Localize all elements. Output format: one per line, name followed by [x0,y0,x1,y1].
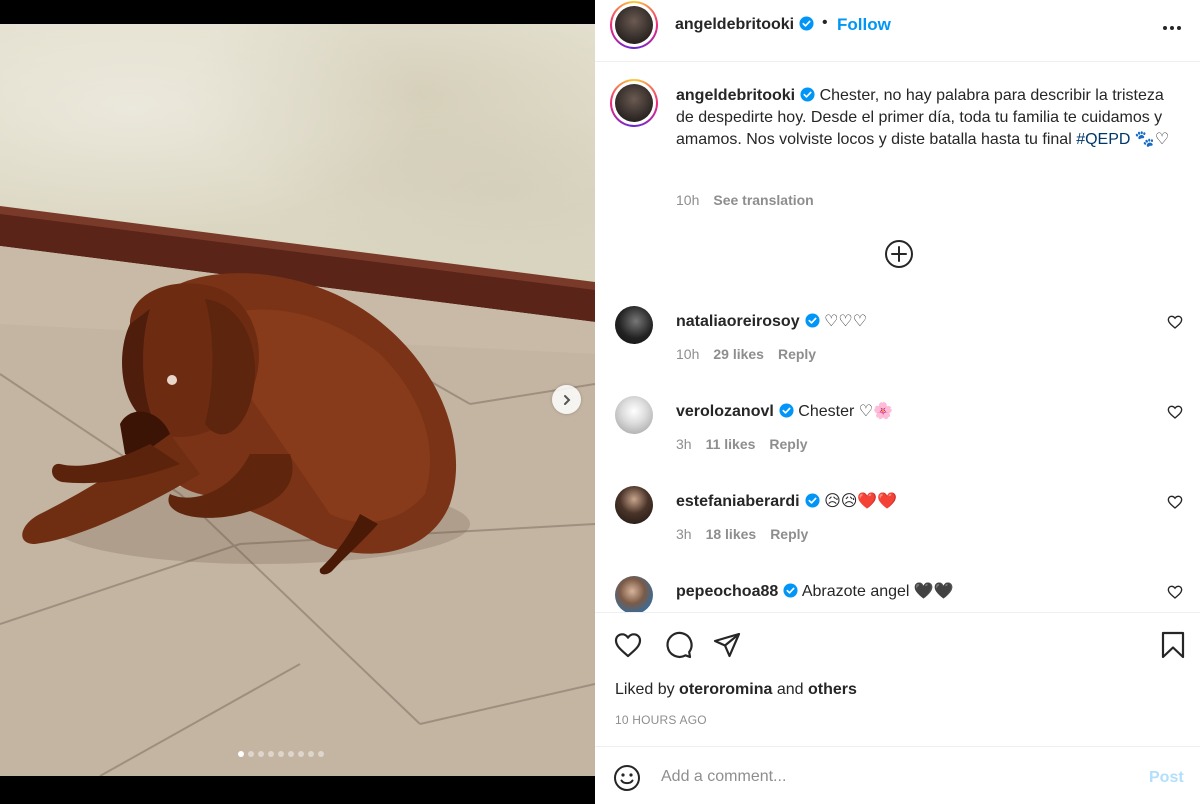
comment-likes[interactable]: 11 likes [706,436,756,452]
author-avatar-image [615,6,653,44]
caption-avatar-image [615,84,653,122]
comment-meta: 3h 18 likes Reply [676,526,822,542]
comment-body: verolozanovl Chester ♡🌸 [676,401,1146,423]
comment-meta: 3h 11 likes Reply [676,436,822,452]
add-comment-bar: Post [595,746,1200,804]
commenter-avatar[interactable] [615,306,653,344]
comment-item: nataliaoreirosoy ♡♡♡ 10h 29 likes Reply [615,306,1195,386]
comment-item: pepeochoa88 Abrazote angel 🖤🖤 [615,576,1195,612]
commenter-avatar[interactable] [615,576,653,612]
comment-time: 10h [676,346,700,362]
liked-by-prefix: Liked by [615,681,680,698]
commenter-avatar[interactable] [615,486,653,524]
commenter-username-text: estefaniaberardi [676,493,800,510]
verified-badge-icon [800,87,815,102]
comment-input[interactable] [661,761,1131,793]
commenter-username[interactable]: estefaniaberardi [676,493,820,510]
commenter-username[interactable]: verolozanovl [676,403,794,420]
puppy-photo-scene [0,206,595,776]
comment-time: 3h [676,526,692,542]
instagram-post-modal: angeldebritooki • Follow angeldebritooki… [0,0,1200,804]
comments-scroll-area[interactable]: angeldebritooki Chester, no hay palabra … [595,63,1200,612]
carousel-indicator [238,751,324,757]
post-comment-button[interactable]: Post [1149,769,1184,787]
share-icon[interactable] [712,630,742,660]
comment-meta: 10h 29 likes Reply [676,346,830,362]
follow-separator: • [822,14,828,31]
comment-text: Chester ♡🌸 [798,403,893,420]
caption-author-avatar[interactable] [610,79,658,127]
caption-meta: 10h See translation [676,192,814,208]
commenter-username-text: pepeochoa88 [676,583,779,600]
comment-icon[interactable] [663,630,693,660]
carousel-dot [298,751,304,757]
caption-author-text: angeldebritooki [676,87,796,104]
comment-time: 3h [676,436,692,452]
carousel-dot [278,751,284,757]
comment-likes[interactable]: 18 likes [706,526,757,542]
caption-hashtag[interactable]: #QEPD [1076,131,1130,148]
post-actions: Liked by oteroromina and others 10 HOURS… [595,612,1200,746]
post-header: angeldebritooki • Follow [595,0,1200,62]
author-username-text: angeldebritooki [675,16,795,33]
comment-text: Abrazote angel 🖤🖤 [801,583,954,600]
comment-likes[interactable]: 29 likes [713,346,764,362]
comment-reply-button[interactable]: Reply [770,526,808,542]
heart-icon[interactable] [613,630,643,660]
verified-badge-icon [783,583,798,598]
author-username[interactable]: angeldebritooki [675,16,814,34]
carousel-dot [288,751,294,757]
post-side-panel: angeldebritooki • Follow angeldebritooki… [595,0,1200,804]
carousel-next-button[interactable] [552,385,581,414]
post-timestamp: 10 HOURS AGO [615,713,707,727]
verified-badge-icon [805,493,820,508]
carousel-dot-active [238,751,244,757]
carousel-dot [268,751,274,757]
author-avatar[interactable] [610,1,658,49]
caption-text: angeldebritooki Chester, no hay palabra … [676,85,1176,151]
liked-by-and: and [772,681,808,698]
carousel-dot [248,751,254,757]
comment-body: pepeochoa88 Abrazote angel 🖤🖤 [676,581,1146,603]
commenter-username-text: verolozanovl [676,403,774,420]
caption-emojis: 🐾♡ [1134,131,1170,148]
comment-heart-icon[interactable] [1167,584,1183,600]
comment-text: 😥😥❤️❤️ [824,493,898,510]
comment-heart-icon[interactable] [1167,314,1183,330]
liked-by-others[interactable]: others [808,681,857,698]
verified-badge-icon [779,403,794,418]
liked-by-user[interactable]: oteroromina [679,681,772,698]
verified-badge-icon [799,16,814,31]
more-options-button[interactable] [1160,16,1184,40]
comment-text: ♡♡♡ [824,313,868,330]
comment-reply-button[interactable]: Reply [778,346,816,362]
comment-body: nataliaoreirosoy ♡♡♡ [676,311,1146,333]
carousel-dot [258,751,264,757]
verified-badge-icon [805,313,820,328]
caption-time: 10h [676,192,700,208]
chevron-right-icon [563,394,570,405]
comment-item: estefaniaberardi 😥😥❤️❤️ 3h 18 likes Reply [615,486,1195,566]
liked-by-text: Liked by oteroromina and others [615,681,857,699]
follow-button[interactable]: Follow [837,15,891,35]
carousel-dot [308,751,314,757]
post-media [0,0,595,804]
caption-author-username[interactable]: angeldebritooki [676,87,815,104]
commenter-avatar[interactable] [615,396,653,434]
post-photo [0,24,595,776]
commenter-username-text: nataliaoreirosoy [676,313,800,330]
bookmark-icon[interactable] [1158,630,1188,660]
comment-body: estefaniaberardi 😥😥❤️❤️ [676,491,1146,513]
more-options-icon [1163,26,1181,30]
add-circle-icon[interactable] [884,239,914,269]
comment-reply-button[interactable]: Reply [769,436,807,452]
comment-heart-icon[interactable] [1167,404,1183,420]
commenter-username[interactable]: pepeochoa88 [676,583,798,600]
emoji-icon[interactable] [613,764,641,792]
carousel-dot [318,751,324,757]
commenter-username[interactable]: nataliaoreirosoy [676,313,820,330]
comment-item: verolozanovl Chester ♡🌸 3h 11 likes Reply [615,396,1195,476]
see-translation-link[interactable]: See translation [713,192,813,208]
comment-heart-icon[interactable] [1167,494,1183,510]
